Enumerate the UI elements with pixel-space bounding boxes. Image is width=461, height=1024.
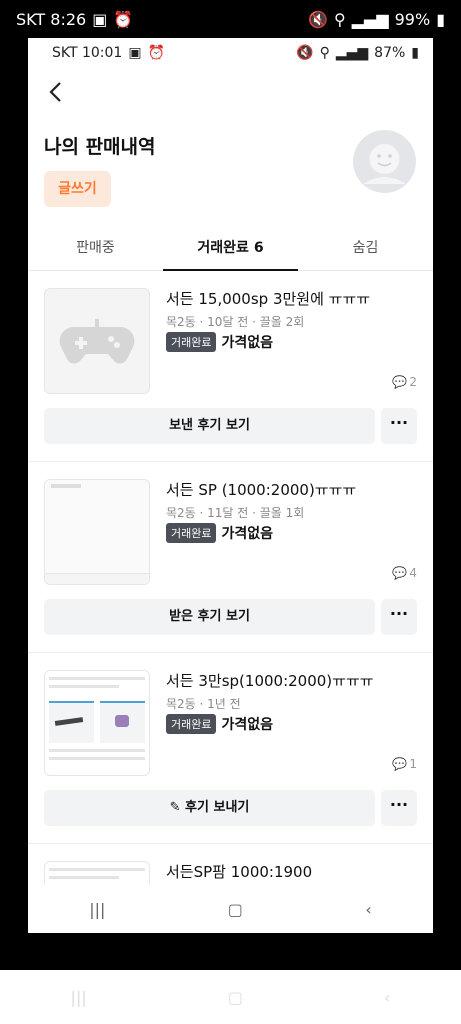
thumbnail-text-line bbox=[49, 868, 145, 871]
inner-carrier-time: SKT 10:01 bbox=[52, 45, 123, 61]
outer-carrier-time: SKT 8:26 bbox=[16, 9, 87, 29]
send-review-button[interactable]: ✎ 후기 보내기 bbox=[44, 790, 375, 826]
inner-status-bar: SKT 10:01 ▣ ⏰ 🔇 ⚲ ▂▄▆ 87% ▮ bbox=[28, 38, 433, 68]
outer-nav-bar: ||| ▢ ‹ bbox=[0, 970, 461, 1024]
signal-icon: ▂▄▆ bbox=[335, 45, 369, 61]
item-title: 서든 SP (1000:2000)ㅠㅠㅠ bbox=[166, 481, 357, 499]
ellipsis-icon: ··· bbox=[389, 604, 409, 623]
chat-count-value: 2 bbox=[409, 375, 417, 389]
tab-selling[interactable]: 판매중 bbox=[28, 228, 163, 270]
image-icon: ▣ bbox=[128, 45, 142, 61]
tab-bar: 판매중 거래완료 6 숨김 bbox=[28, 228, 433, 271]
more-button[interactable]: ··· bbox=[381, 790, 417, 826]
status-badge: 거래완료 bbox=[166, 332, 217, 352]
battery-icon: ▮ bbox=[436, 9, 445, 29]
inner-battery: 87% bbox=[374, 45, 406, 61]
list-item[interactable]: 서든 15,000sp 3만원에 ㅠㅠㅠ 목2동 · 10달 전 · 끌올 2회… bbox=[28, 271, 433, 462]
item-meta: 목2동 · 11달 전 · 끌올 1회 bbox=[166, 506, 305, 520]
list-item[interactable]: 서든 3만sp(1000:2000)ㅠㅠㅠ 목2동 · 1년 전 거래완료 가격… bbox=[28, 653, 433, 844]
thumbnail-footer bbox=[45, 573, 149, 584]
more-button[interactable]: ··· bbox=[381, 408, 417, 444]
status-row: 거래완료 가격없음 bbox=[166, 523, 273, 543]
ellipsis-icon: ··· bbox=[389, 413, 409, 432]
item-thumbnail[interactable] bbox=[44, 288, 150, 394]
thumbnail-text-line bbox=[49, 685, 119, 688]
item-title: 서든 15,000sp 3만원에 ㅠㅠㅠ bbox=[166, 290, 371, 308]
outer-battery: 99% bbox=[394, 9, 431, 29]
thumbnail-text-line bbox=[49, 677, 145, 680]
thumbnail-text-line bbox=[49, 749, 145, 752]
item-icon bbox=[115, 715, 129, 727]
chat-count: 💬 1 bbox=[392, 757, 417, 771]
avatar[interactable] bbox=[353, 130, 416, 193]
item-price: 가격없음 bbox=[221, 335, 274, 351]
chat-count-value: 1 bbox=[409, 757, 417, 771]
review-button[interactable]: 받은 후기 보기 bbox=[44, 599, 375, 635]
sales-list: 서든 15,000sp 3만원에 ㅠㅠㅠ 목2동 · 10달 전 · 끌올 2회… bbox=[28, 271, 433, 933]
recent-apps-icon[interactable]: ||| bbox=[89, 900, 105, 919]
status-badge: 거래완료 bbox=[166, 523, 217, 543]
chat-bubble-icon: 💬 bbox=[392, 375, 408, 389]
item-thumbnail[interactable] bbox=[44, 670, 150, 776]
review-button[interactable]: 보낸 후기 보기 bbox=[44, 408, 375, 444]
item-meta: 목2동 · 1년 전 bbox=[166, 697, 241, 711]
pencil-icon: ✎ bbox=[169, 800, 181, 815]
write-button[interactable]: 글쓰기 bbox=[44, 171, 111, 207]
status-badge: 거래완료 bbox=[166, 714, 217, 734]
alarm-icon: ⏰ bbox=[113, 9, 134, 29]
inner-screen: SKT 10:01 ▣ ⏰ 🔇 ⚲ ▂▄▆ 87% ▮ 나의 판매내역 글쓰기 … bbox=[28, 38, 433, 933]
thumbnail-header-line bbox=[51, 484, 81, 488]
avatar-face-icon bbox=[353, 130, 416, 193]
alarm-icon: ⏰ bbox=[147, 45, 165, 61]
outer-status-bar: SKT 8:26 ▣ ⏰ 🔇 ⚲ ▂▄▆ 99% ▮ bbox=[0, 0, 461, 38]
location-icon: ⚲ bbox=[333, 9, 346, 29]
chat-bubble-icon: 💬 bbox=[392, 757, 408, 771]
page-title: 나의 판매내역 bbox=[44, 136, 156, 158]
home-icon[interactable]: ▢ bbox=[228, 900, 243, 919]
battery-icon: ▮ bbox=[411, 45, 419, 61]
item-price: 가격없음 bbox=[221, 717, 274, 733]
ellipsis-icon: ··· bbox=[389, 795, 409, 814]
mute-icon: 🔇 bbox=[308, 9, 328, 29]
location-icon: ⚲ bbox=[319, 45, 330, 61]
list-item[interactable]: 서든 SP (1000:2000)ㅠㅠㅠ 목2동 · 11달 전 · 끌올 1회… bbox=[28, 462, 433, 653]
image-icon: ▣ bbox=[92, 9, 108, 29]
tab-hidden[interactable]: 숨김 bbox=[298, 228, 433, 270]
item-price: 가격없음 bbox=[221, 526, 274, 542]
home-icon[interactable]: ▢ bbox=[228, 988, 243, 1007]
status-row: 거래완료 가격없음 bbox=[166, 332, 273, 352]
inner-nav-bar: ||| ▢ ‹ bbox=[28, 885, 433, 933]
thumbnail-text-line bbox=[49, 757, 145, 760]
signal-icon: ▂▄▆ bbox=[351, 9, 389, 29]
item-title: 서든SP팜 1000:1900 bbox=[166, 863, 313, 881]
back-icon[interactable]: ‹ bbox=[384, 988, 390, 1007]
mute-icon: 🔇 bbox=[296, 45, 314, 61]
back-icon[interactable]: ‹ bbox=[365, 900, 371, 919]
item-title: 서든 3만sp(1000:2000)ㅠㅠㅠ bbox=[166, 672, 374, 690]
recent-apps-icon[interactable]: ||| bbox=[71, 988, 87, 1007]
chat-bubble-icon: 💬 bbox=[392, 566, 408, 580]
review-button-label: 후기 보내기 bbox=[185, 800, 250, 815]
thumbnail-text-line bbox=[49, 876, 119, 879]
item-thumbnail[interactable] bbox=[44, 479, 150, 585]
chat-count: 💬 2 bbox=[392, 375, 417, 389]
tab-completed[interactable]: 거래완료 6 bbox=[163, 228, 298, 271]
chat-count-value: 4 bbox=[409, 566, 417, 580]
chevron-left-icon bbox=[49, 82, 61, 102]
more-button[interactable]: ··· bbox=[381, 599, 417, 635]
back-button[interactable] bbox=[46, 80, 66, 104]
item-meta: 목2동 · 10달 전 · 끌올 2회 bbox=[166, 315, 305, 329]
chat-count: 💬 4 bbox=[392, 566, 417, 580]
status-row: 거래완료 가격없음 bbox=[166, 714, 273, 734]
gamepad-icon bbox=[59, 319, 135, 364]
